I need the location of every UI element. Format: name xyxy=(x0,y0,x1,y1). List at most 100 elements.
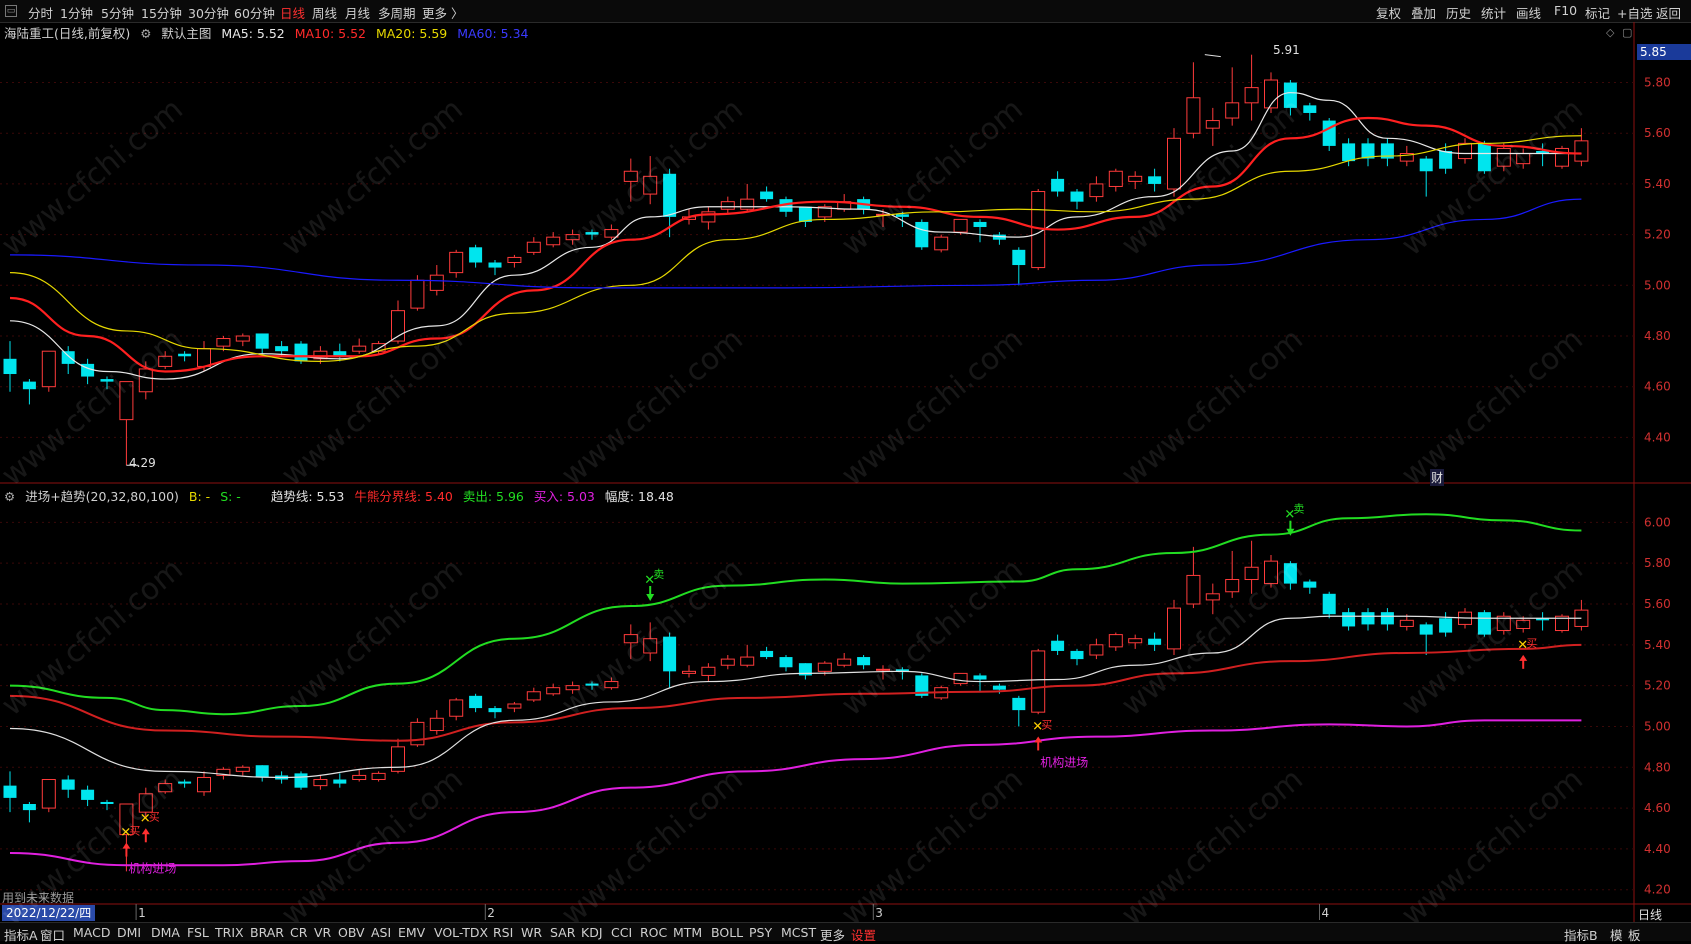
y-tick-label: 4.60 xyxy=(1644,801,1671,815)
indicator-tab-cci[interactable]: CCI xyxy=(611,925,632,940)
main-candle-body xyxy=(1419,158,1433,172)
sub-candle-body xyxy=(294,773,308,788)
main-candle-body xyxy=(1070,191,1084,202)
indicator-tab-more[interactable]: 更多 xyxy=(820,925,845,944)
sub-candle-body xyxy=(1205,593,1220,601)
main-candle-body xyxy=(1205,120,1220,129)
sub-candle-body xyxy=(526,691,541,701)
sub-candle-body xyxy=(643,638,658,654)
indicator-tab-fsl[interactable]: FSL xyxy=(187,925,209,940)
sub-candle-body xyxy=(1399,619,1414,627)
indicator-tab-psy[interactable]: PSY xyxy=(749,925,772,940)
ma-line-ma20 xyxy=(9,135,1582,362)
indicator-tab-kdj[interactable]: KDJ xyxy=(581,925,603,940)
main-candle-body xyxy=(526,241,541,253)
main-candle-body xyxy=(1167,137,1181,190)
sub-candle-body xyxy=(1128,638,1143,644)
main-candle-body xyxy=(197,348,211,367)
sub-candle-body xyxy=(178,781,192,784)
sub-line-buy_band xyxy=(9,719,1582,867)
indicator-tab-b[interactable]: 指标B xyxy=(1564,925,1598,944)
indicator-tab-obv[interactable]: OBV xyxy=(338,925,365,940)
main-candle-body xyxy=(294,343,308,362)
sub-candle-body xyxy=(1031,650,1046,713)
main-candle-body xyxy=(488,262,502,268)
sub-candle-body xyxy=(857,657,871,666)
indicator-tab-mtm[interactable]: MTM xyxy=(673,925,702,940)
sub-candle-body xyxy=(760,650,774,658)
indicator-tab-boll[interactable]: BOLL xyxy=(711,925,743,940)
buy-signal-text: 买 xyxy=(129,825,140,838)
sub-candle-body xyxy=(371,772,386,781)
main-candle-body xyxy=(565,234,580,241)
indicator-tab-dma[interactable]: DMA xyxy=(151,925,180,940)
indicator-tab-roc[interactable]: ROC xyxy=(640,925,667,940)
sub-candle-body xyxy=(507,703,522,709)
sub-candle-body xyxy=(992,685,1006,690)
y-tick-label: 5.80 xyxy=(1644,556,1671,570)
sub-candle-body xyxy=(837,658,852,666)
indicator-tab-a[interactable]: 指标A xyxy=(4,925,38,944)
future-data-note: 用到未来数据 xyxy=(2,891,75,905)
indicator-tab-wr[interactable]: WR xyxy=(521,925,542,940)
sub-candle-body xyxy=(1283,563,1297,584)
indicator-tab-asi[interactable]: ASI xyxy=(371,925,391,940)
y-tick-label: 4.40 xyxy=(1644,842,1671,856)
indicator-tab-dmi[interactable]: DMI xyxy=(117,925,141,940)
y-tick-label: 5.20 xyxy=(1644,679,1671,693)
template-button[interactable]: 模 xyxy=(1610,925,1623,944)
sub-candle-body xyxy=(720,658,735,666)
sub-candle-body xyxy=(740,656,755,666)
high-pointer xyxy=(1204,54,1221,58)
main-candle-body xyxy=(507,256,522,263)
high-price-label: 5.91 xyxy=(1273,43,1300,57)
y-tick-label: 5.40 xyxy=(1644,638,1671,652)
main-candle-body xyxy=(429,274,444,291)
indicator-tab-vol-tdx[interactable]: VOL-TDX xyxy=(434,925,488,940)
finance-marker[interactable]: 财 xyxy=(1430,469,1445,486)
indicator-tab-cr[interactable]: CR xyxy=(290,925,307,940)
main-candle-body xyxy=(934,236,949,251)
indicator-tab-macd[interactable]: MACD xyxy=(73,925,110,940)
sub-candle-body xyxy=(1477,612,1491,635)
sell-signal-text: 卖 xyxy=(1293,503,1304,516)
indicator-tab-settings[interactable]: 设置 xyxy=(851,925,876,944)
low-price-label: 4.29 xyxy=(129,456,156,470)
date-box: 2022/12/22/四 xyxy=(2,905,96,921)
sub-candle-body xyxy=(22,804,36,811)
indicator-tab-emv[interactable]: EMV xyxy=(398,925,425,940)
main-candle-body xyxy=(1244,87,1259,104)
main-candle-body xyxy=(720,201,735,210)
main-candle-body xyxy=(973,221,987,228)
y-tick-label: 4.60 xyxy=(1644,380,1671,394)
ma-line-ma60 xyxy=(9,198,1582,289)
indicator-tab-mcst[interactable]: MCST xyxy=(781,925,816,940)
indicator-tab-brar[interactable]: BRAR xyxy=(250,925,284,940)
main-candle-body xyxy=(1342,143,1356,162)
y-tick-label: 4.40 xyxy=(1644,430,1671,444)
indicator-tab-sar[interactable]: SAR xyxy=(550,925,575,940)
main-candle-body xyxy=(1225,102,1240,119)
y-tick-label: 5.80 xyxy=(1644,76,1671,90)
sub-candle-body xyxy=(1070,650,1084,660)
main-candle-body xyxy=(449,251,464,274)
buy-signal-text: 买 xyxy=(1041,718,1052,731)
sub-candle-body xyxy=(546,687,561,695)
sub-candle-body xyxy=(429,717,444,732)
sub-candle-body xyxy=(3,785,17,798)
main-candle-body xyxy=(469,247,483,263)
main-candle-body xyxy=(1128,175,1143,182)
indicator-tab-window[interactable]: 窗口 xyxy=(40,925,65,944)
indicator-tab-vr[interactable]: VR xyxy=(314,925,331,940)
sub-candle-body xyxy=(1167,607,1181,650)
sub-candle-body xyxy=(1419,624,1433,635)
indicator-tab-trix[interactable]: TRIX xyxy=(215,925,244,940)
sub-candle-body xyxy=(663,636,677,672)
indicator-tab-rsi[interactable]: RSI xyxy=(493,925,513,940)
sub-candle-body xyxy=(255,765,269,778)
main-candle-body xyxy=(41,350,56,388)
sub-candle-body xyxy=(61,779,75,790)
board-button[interactable]: 板 xyxy=(1628,925,1641,944)
y-tick-label: 4.80 xyxy=(1644,329,1671,343)
sub-candle-body xyxy=(701,666,716,676)
